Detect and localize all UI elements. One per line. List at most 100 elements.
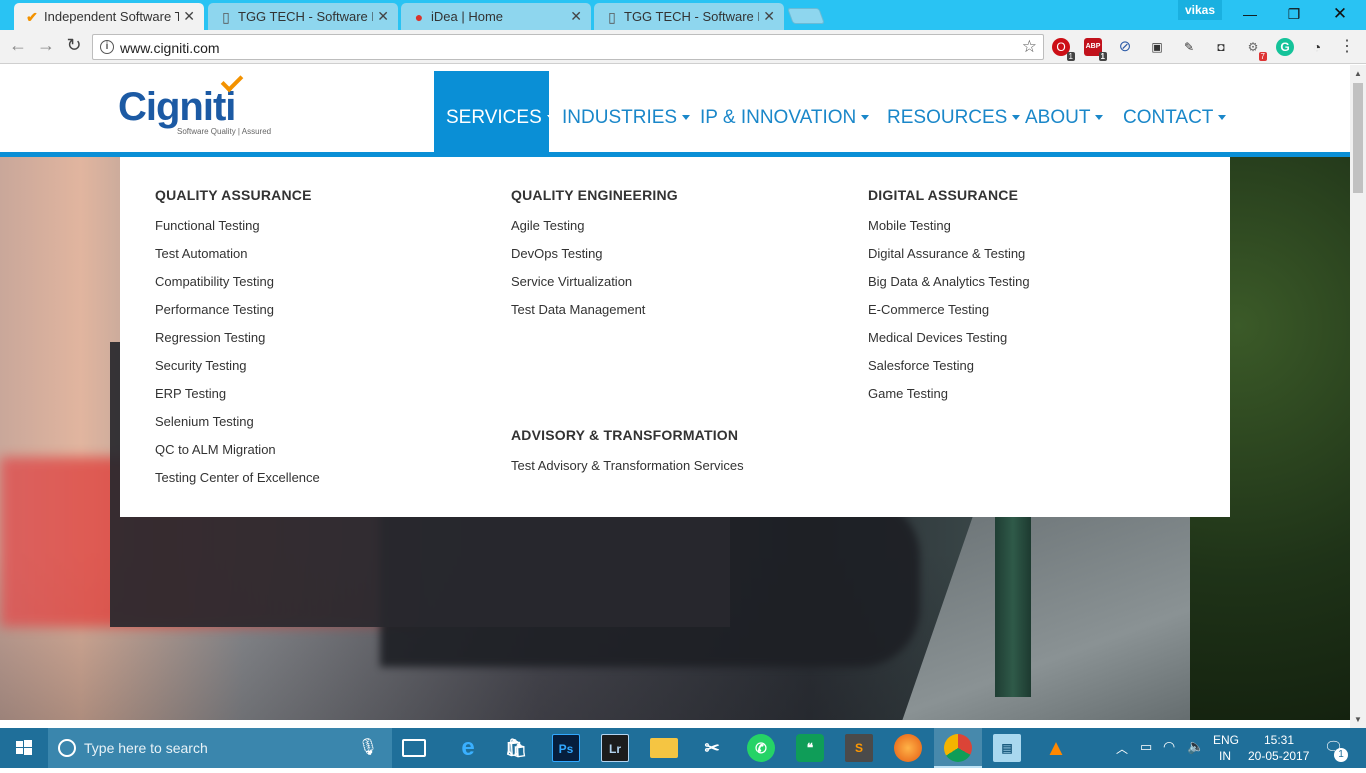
menu-kebab-icon[interactable]: ⋮	[1338, 38, 1356, 56]
close-icon[interactable]: ✕	[570, 8, 582, 25]
menu-link[interactable]: Performance Testing	[155, 302, 274, 317]
photoshop-icon[interactable]: Ps	[552, 734, 580, 762]
opera-extension-icon[interactable]: O1	[1052, 38, 1075, 61]
snipping-tool-icon[interactable]: ✂	[698, 734, 726, 762]
stylus-icon[interactable]: ⚙ 7	[1244, 38, 1267, 61]
menu-link[interactable]: Test Advisory & Transformation Services	[511, 458, 744, 473]
nav-ip-innovation[interactable]: IP & INNOVATION	[700, 71, 870, 153]
site-logo[interactable]: Cigniti	[118, 85, 236, 130]
menu-link[interactable]: DevOps Testing	[511, 246, 603, 261]
hangouts-icon[interactable]: ❝	[796, 734, 824, 762]
store-icon[interactable]: 🛍	[502, 734, 530, 762]
menu-link[interactable]: Service Virtualization	[511, 274, 632, 289]
close-icon[interactable]: ✕	[377, 8, 389, 25]
grammarly-icon[interactable]: G	[1276, 38, 1294, 56]
cast-icon[interactable]: ▣	[1148, 38, 1166, 56]
menu-link[interactable]: Test Automation	[155, 246, 248, 261]
address-bar[interactable]: i www.cigniti.com ☆	[92, 34, 1044, 60]
restore-icon[interactable]: ❐	[1274, 2, 1314, 26]
scroll-down-icon[interactable]: ▼	[1354, 715, 1362, 724]
tab-independent-software[interactable]: ✔ Independent Software Te ✕	[14, 3, 204, 30]
menu-link[interactable]: Selenium Testing	[155, 414, 254, 429]
speed-gauge-icon[interactable]: ◔	[1308, 38, 1326, 56]
tab-idea-home[interactable]: ● iDea | Home ✕	[401, 3, 591, 30]
clock-time[interactable]: 15:31	[1264, 733, 1294, 747]
windows-start-button[interactable]	[0, 728, 48, 768]
vlc-icon[interactable]: ▲	[1042, 734, 1070, 762]
nav-resources[interactable]: RESOURCES	[887, 71, 1021, 153]
menu-link[interactable]: E-Commerce Testing	[868, 302, 989, 317]
adblock-icon[interactable]: ABP 1	[1084, 38, 1107, 61]
chevron-up-icon[interactable]: ︿	[1116, 740, 1128, 757]
eyedropper-icon[interactable]: ✎	[1180, 38, 1198, 56]
logo-tagline: Software Quality | Assured	[177, 127, 272, 136]
task-view-icon[interactable]	[402, 739, 426, 757]
page-icon: ▯	[222, 9, 230, 25]
caret-down-icon	[546, 115, 555, 121]
firefox-icon[interactable]	[894, 734, 922, 762]
nav-services[interactable]: SERVICES	[434, 71, 555, 153]
chrome-icon[interactable]	[944, 734, 972, 762]
close-icon[interactable]: ✕	[183, 8, 195, 25]
menu-link[interactable]: ERP Testing	[155, 386, 226, 401]
nav-industries[interactable]: INDUSTRIES	[562, 71, 691, 153]
whatsapp-icon[interactable]: ✆	[747, 734, 775, 762]
info-icon[interactable]: i	[100, 40, 114, 54]
menu-link[interactable]: Test Data Management	[511, 302, 645, 317]
idea-logo-icon: ●	[414, 9, 424, 25]
menu-link[interactable]: Functional Testing	[155, 218, 260, 233]
wifi-icon[interactable]: ◠	[1163, 738, 1175, 755]
caret-down-icon	[1012, 115, 1021, 121]
nav-about[interactable]: ABOUT	[1025, 71, 1104, 153]
close-window-icon[interactable]: ✕	[1320, 2, 1360, 26]
menu-link[interactable]: Game Testing	[868, 386, 948, 401]
scroll-up-icon[interactable]: ▲	[1354, 69, 1362, 78]
minimize-icon[interactable]: —	[1230, 2, 1270, 26]
back-arrow-icon[interactable]: ←	[6, 35, 30, 56]
forward-arrow-icon[interactable]: →	[34, 35, 58, 56]
page-scrollbar[interactable]: ▲ ▼	[1350, 65, 1366, 728]
language-indicator[interactable]: ENG	[1213, 733, 1239, 747]
cortana-icon	[58, 739, 76, 757]
nav-contact[interactable]: CONTACT	[1123, 71, 1227, 153]
lightroom-icon[interactable]: Lr	[601, 734, 629, 762]
notification-count: 1	[1334, 748, 1348, 762]
menu-link[interactable]: Medical Devices Testing	[868, 330, 1007, 345]
edge-icon[interactable]: e	[454, 734, 482, 762]
menu-link[interactable]: Compatibility Testing	[155, 274, 274, 289]
battery-icon[interactable]: ▭	[1140, 739, 1152, 755]
profile-chip[interactable]: vikas	[1178, 0, 1222, 20]
volume-icon[interactable]: 🔈	[1187, 738, 1204, 755]
menu-link[interactable]: Salesforce Testing	[868, 358, 974, 373]
nav-label: ABOUT	[1025, 107, 1091, 128]
region-indicator[interactable]: IN	[1219, 749, 1231, 763]
menu-link[interactable]: Digital Assurance & Testing	[868, 246, 1025, 261]
menu-link[interactable]: Regression Testing	[155, 330, 265, 345]
file-explorer-icon[interactable]	[650, 738, 678, 758]
tab-tgg-tech-2[interactable]: ▯ TGG TECH - Software De ✕	[594, 3, 784, 30]
browser-tab-strip: ✔ Independent Software Te ✕ ▯ TGG TECH -…	[0, 0, 1366, 30]
menu-link[interactable]: Testing Center of Excellence	[155, 470, 320, 485]
clock-date[interactable]: 20-05-2017	[1248, 749, 1309, 763]
microphone-icon[interactable]: 🎙	[358, 737, 378, 757]
new-tab-button[interactable]	[787, 8, 825, 24]
reload-icon[interactable]: ↻	[62, 35, 86, 56]
scrollbar-thumb[interactable]	[1353, 83, 1363, 193]
menu-link[interactable]: Agile Testing	[511, 218, 584, 233]
menu-heading-quality-assurance: QUALITY ASSURANCE	[155, 187, 312, 203]
badge: 1	[1066, 52, 1075, 61]
tab-tgg-tech-1[interactable]: ▯ TGG TECH - Software De ✕	[208, 3, 398, 30]
caret-down-icon	[1218, 115, 1227, 121]
sublime-text-icon[interactable]: S	[845, 734, 873, 762]
block-icon[interactable]: ⊘	[1116, 38, 1134, 56]
menu-link[interactable]: Security Testing	[155, 358, 247, 373]
menu-link[interactable]: Big Data & Analytics Testing	[868, 274, 1030, 289]
close-icon[interactable]: ✕	[763, 8, 775, 25]
menu-link[interactable]: QC to ALM Migration	[155, 442, 276, 457]
taskbar-search[interactable]: Type here to search 🎙	[48, 728, 392, 768]
menu-link[interactable]: Mobile Testing	[868, 218, 951, 233]
url-text: www.cigniti.com	[120, 40, 220, 56]
notepad-icon[interactable]: ▤	[993, 734, 1021, 762]
bookmark-star-icon[interactable]: ☆	[1022, 37, 1037, 57]
lastpass-icon[interactable]: ◘	[1212, 38, 1230, 56]
